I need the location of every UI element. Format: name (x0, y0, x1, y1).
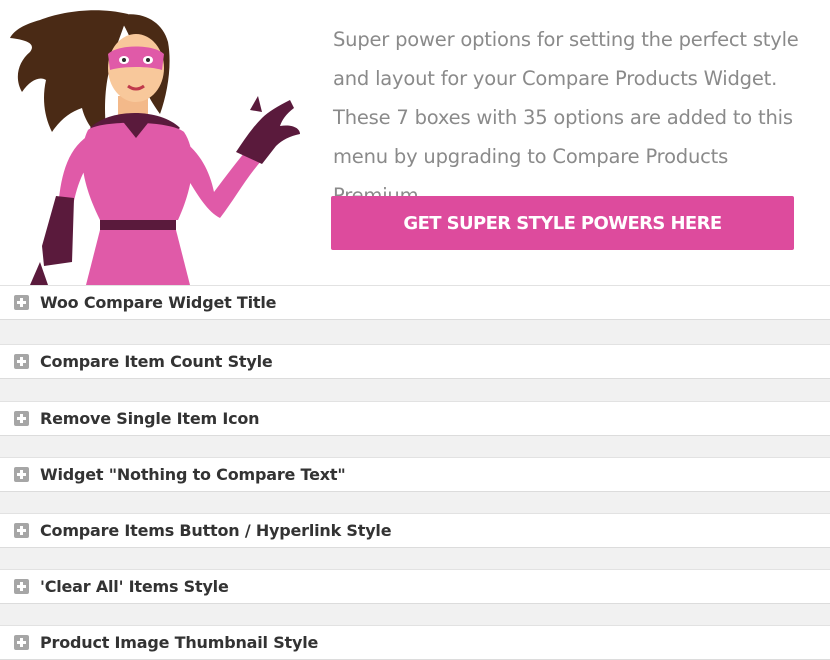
plus-icon (14, 635, 29, 650)
section-title: 'Clear All' Items Style (40, 577, 229, 596)
section-title: Compare Items Button / Hyperlink Style (40, 521, 392, 540)
plus-icon (14, 354, 29, 369)
plus-icon (14, 295, 29, 310)
plus-icon (14, 467, 29, 482)
section-clear-all-style[interactable]: 'Clear All' Items Style (0, 569, 830, 604)
superhero-woman-illustration (10, 10, 300, 285)
plus-icon (14, 523, 29, 538)
section-title: Remove Single Item Icon (40, 409, 260, 428)
section-title: Compare Item Count Style (40, 352, 273, 371)
section-title: Product Image Thumbnail Style (40, 633, 319, 652)
section-widget-title[interactable]: Woo Compare Widget Title (0, 285, 830, 320)
section-title: Widget "Nothing to Compare Text" (40, 465, 346, 484)
plus-icon (14, 411, 29, 426)
section-remove-item-icon[interactable]: Remove Single Item Icon (0, 401, 830, 436)
promo-description: Super power options for setting the perf… (333, 28, 799, 207)
plus-icon (14, 579, 29, 594)
upgrade-cta-button[interactable]: GET SUPER STYLE POWERS HERE (331, 196, 794, 250)
section-compare-button-style[interactable]: Compare Items Button / Hyperlink Style (0, 513, 830, 548)
premium-promo-banner: Super power options for setting the perf… (0, 0, 830, 285)
section-thumbnail-style[interactable]: Product Image Thumbnail Style (0, 625, 830, 660)
section-nothing-to-compare-text[interactable]: Widget "Nothing to Compare Text" (0, 457, 830, 492)
section-item-count-style[interactable]: Compare Item Count Style (0, 344, 830, 379)
section-title: Woo Compare Widget Title (40, 293, 277, 312)
